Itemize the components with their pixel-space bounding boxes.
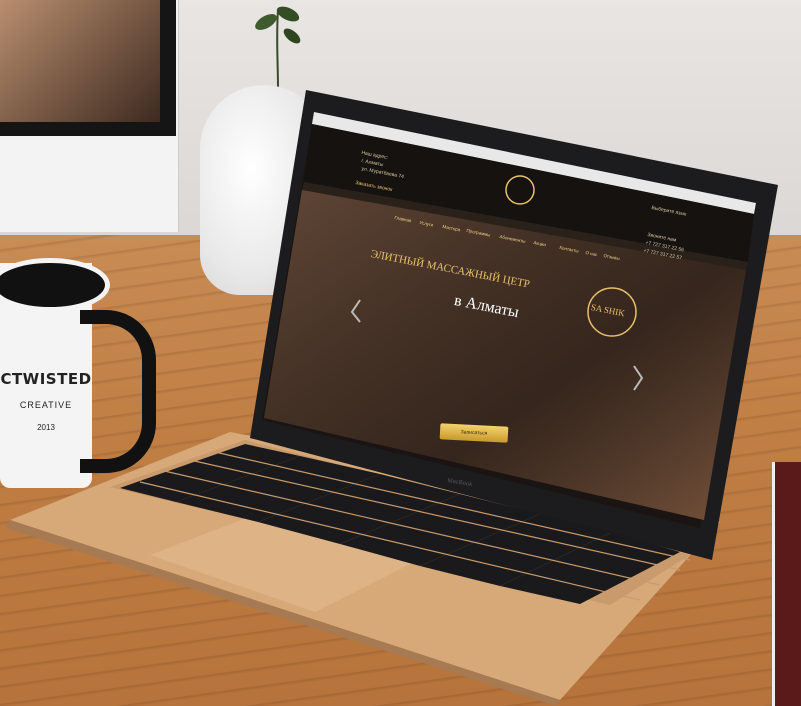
photo-scene: CTWISTED CREATIVE 2013 ЭЛИТНЫЙ МАССАЖНЫЙ… [0, 0, 801, 706]
website-screenshot [264, 112, 756, 520]
